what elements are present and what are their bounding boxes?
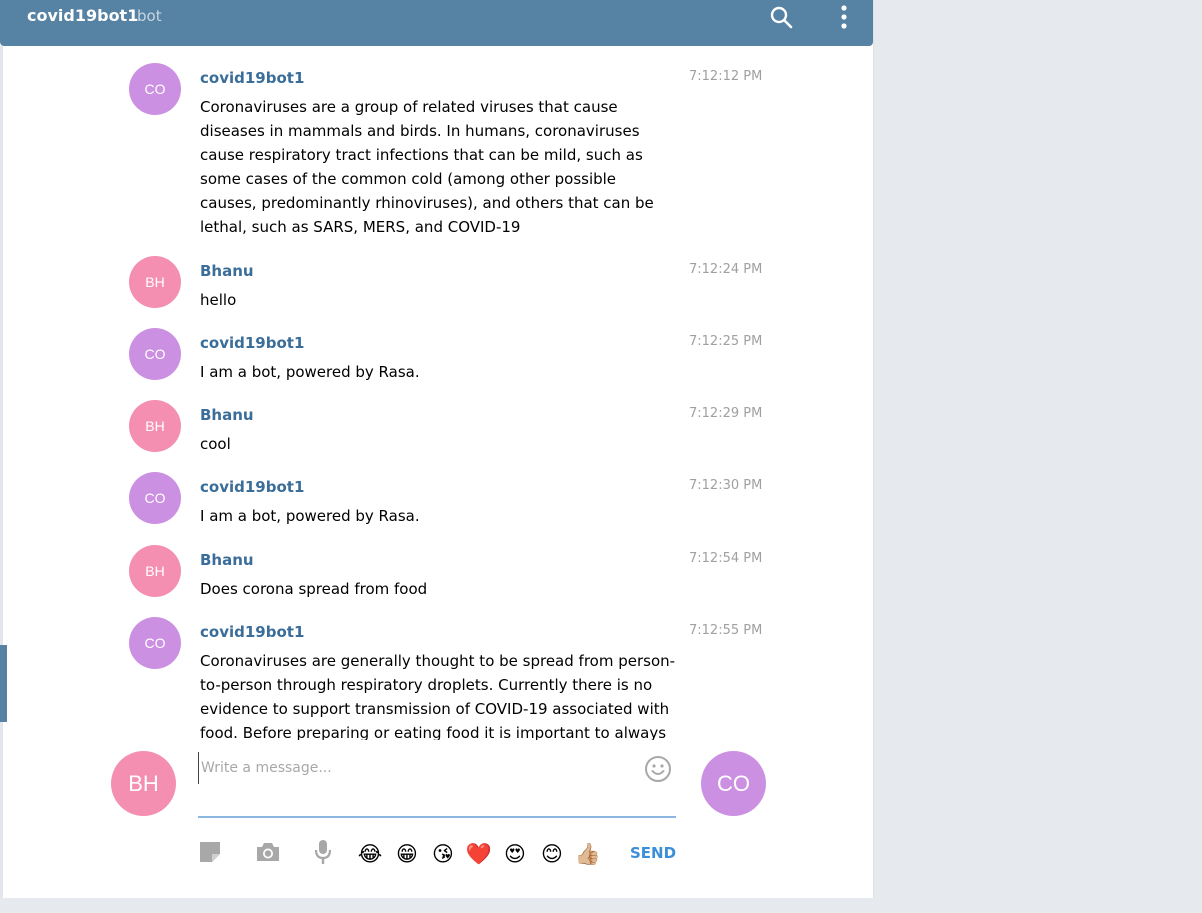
message-list[interactable]: CO covid19bot1 7:12:12 PM Coronaviruses … — [0, 46, 873, 740]
message-text: hello — [200, 291, 237, 309]
avatar[interactable]: CO — [129, 63, 181, 115]
chat-title[interactable]: covid19bot1 — [27, 6, 138, 25]
message-text: cool — [200, 435, 231, 453]
message-text: Does corona spread from food — [200, 580, 428, 598]
message-time: 7:12:24 PM — [689, 262, 763, 277]
message-text: I am a bot, powered by Rasa. — [200, 363, 420, 381]
more-menu-icon[interactable] — [832, 0, 856, 34]
message-item: BH Bhanu 7:12:29 PM cool — [129, 400, 779, 460]
message-author[interactable]: Bhanu — [200, 551, 254, 569]
emoji-joy[interactable]: 😂 — [356, 840, 384, 868]
message-item: CO covid19bot1 7:12:12 PM Coronaviruses … — [129, 63, 779, 243]
message-time: 7:12:55 PM — [689, 623, 763, 638]
avatar[interactable]: BH — [129, 400, 181, 452]
avatar[interactable]: CO — [129, 617, 181, 669]
message-time: 7:12:25 PM — [689, 334, 763, 349]
message-time: 7:12:54 PM — [689, 551, 763, 566]
message-author[interactable]: Bhanu — [200, 262, 254, 280]
emoji-kiss[interactable]: 😘 — [429, 840, 457, 868]
bottom-strip — [0, 898, 1202, 913]
message-text: Coronaviruses are generally thought to b… — [200, 652, 676, 740]
message-author[interactable]: covid19bot1 — [200, 334, 304, 352]
message-item: CO covid19bot1 7:12:55 PM Coronaviruses … — [129, 617, 779, 740]
peer-avatar[interactable]: CO — [701, 751, 766, 816]
send-button[interactable]: SEND — [630, 844, 676, 862]
camera-icon[interactable] — [254, 838, 282, 866]
message-item: CO covid19bot1 7:12:30 PM I am a bot, po… — [129, 472, 779, 532]
message-time: 7:12:12 PM — [689, 69, 763, 84]
avatar[interactable]: BH — [129, 256, 181, 308]
message-author[interactable]: covid19bot1 — [200, 623, 304, 641]
message-input-area — [198, 752, 676, 818]
emoji-grin[interactable]: 😁 — [393, 840, 421, 868]
emoji-heart[interactable]: ❤️ — [465, 840, 493, 868]
message-time: 7:12:29 PM — [689, 406, 763, 421]
avatar[interactable]: CO — [129, 472, 181, 524]
my-avatar[interactable]: BH — [111, 751, 176, 816]
emoji-blush[interactable]: 😊 — [538, 840, 566, 868]
chat-window: covid19bot1 bot CO covid19bot1 7:12:12 P… — [0, 0, 874, 898]
message-author[interactable]: covid19bot1 — [200, 478, 304, 496]
search-icon[interactable] — [766, 0, 796, 34]
message-item: CO covid19bot1 7:12:25 PM I am a bot, po… — [129, 328, 779, 388]
message-author[interactable]: covid19bot1 — [200, 69, 304, 87]
composer-toolbar: 😂 😁 😘 ❤️ 😍 😊 👍🏼 SEND — [196, 838, 678, 868]
message-item: BH Bhanu 7:12:54 PM Does corona spread f… — [129, 545, 779, 605]
message-text: I am a bot, powered by Rasa. — [200, 507, 420, 525]
avatar[interactable]: BH — [129, 545, 181, 597]
message-input[interactable] — [198, 752, 633, 784]
message-time: 7:12:30 PM — [689, 478, 763, 493]
microphone-icon[interactable] — [309, 838, 337, 866]
chat-subtitle: bot — [137, 7, 162, 25]
emoji-heart-eyes[interactable]: 😍 — [501, 840, 529, 868]
avatar[interactable]: CO — [129, 328, 181, 380]
emoji-thumbs-up[interactable]: 👍🏼 — [574, 840, 602, 868]
message-item: BH Bhanu 7:12:24 PM hello — [129, 256, 779, 316]
chat-header: covid19bot1 bot — [0, 0, 873, 46]
attach-file-icon[interactable] — [196, 838, 224, 866]
emoji-smile-icon[interactable] — [643, 754, 673, 784]
message-text: Coronaviruses are a group of related vir… — [200, 98, 654, 236]
message-author[interactable]: Bhanu — [200, 406, 254, 424]
composer: BH CO — [0, 740, 873, 898]
